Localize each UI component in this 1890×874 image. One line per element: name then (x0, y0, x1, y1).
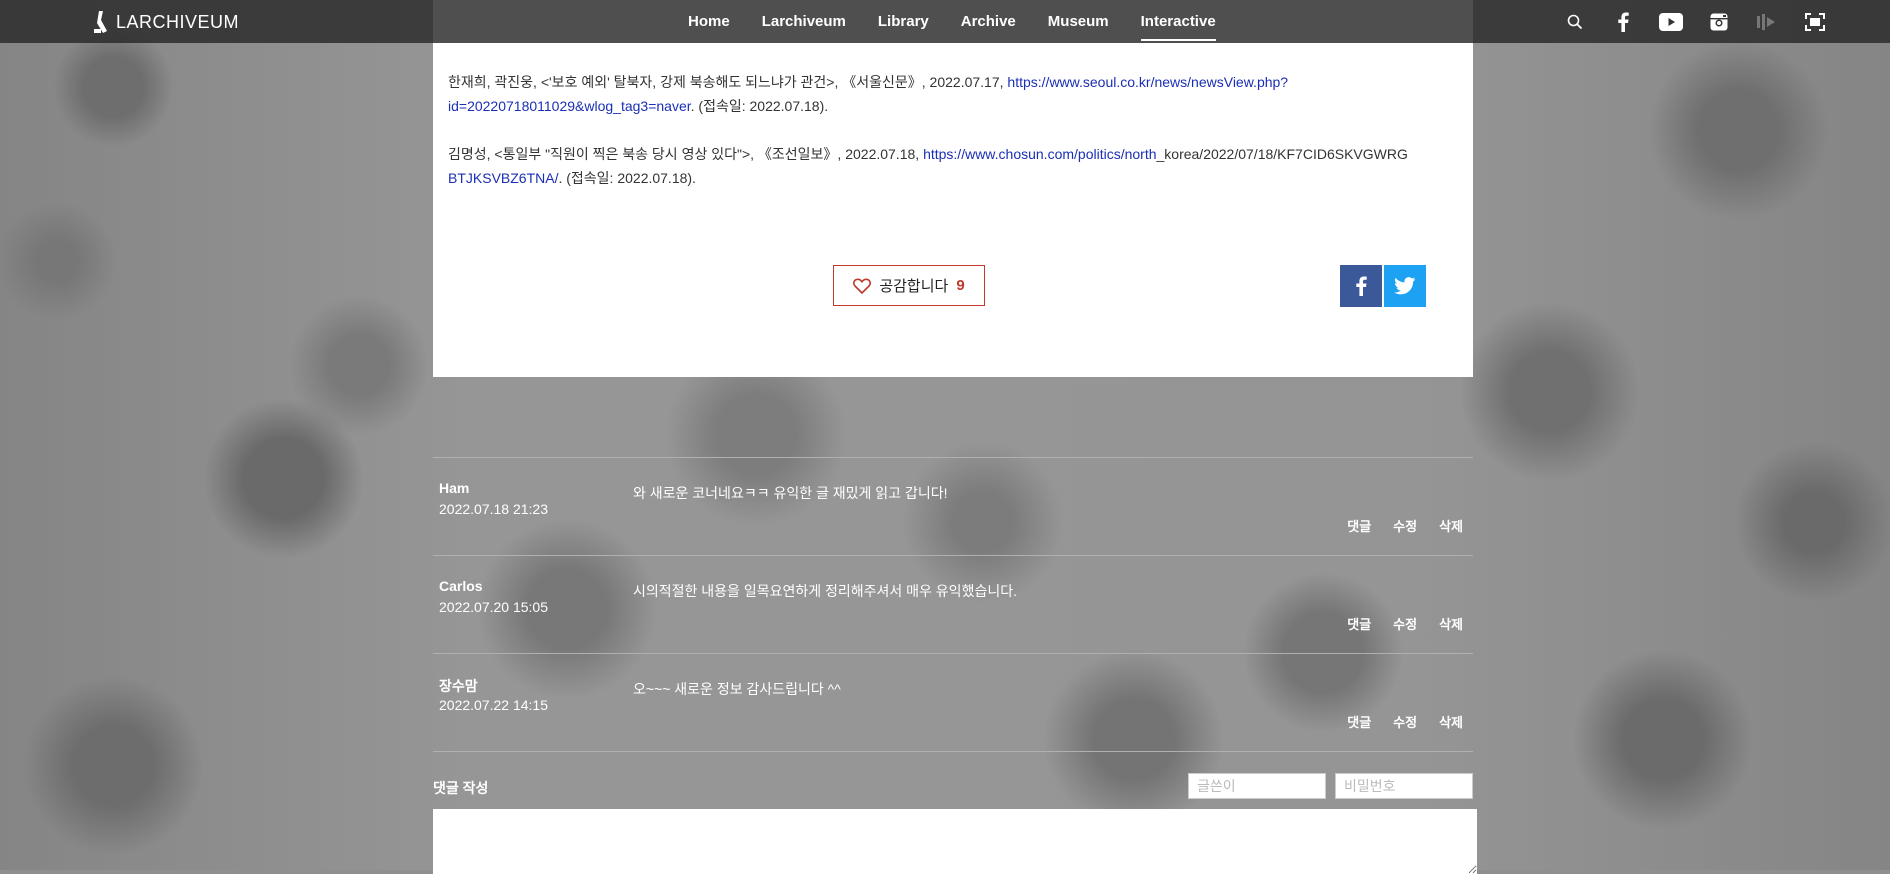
comment-edit-button[interactable]: 수정 (1393, 712, 1417, 731)
menu-item-library[interactable]: Library (862, 0, 945, 43)
logo-mark-icon (94, 11, 107, 33)
comment-reply-button[interactable]: 댓글 (1347, 516, 1371, 535)
reference-item: 한재희, 곽진웅, <'보호 예외' 탈북자, 강제 북송해도 되느냐가 관건>… (448, 70, 1458, 118)
comment-date: 2022.07.18 21:23 (439, 501, 548, 517)
reference-item: 김명성, <통일부 "직원이 찍은 북송 당시 영상 있다">, 《조선일보》,… (448, 142, 1458, 190)
top-nav-bar: LARCHIVEUM Home Larchiveum Library Archi… (0, 0, 1890, 43)
comment-edit-button[interactable]: 수정 (1393, 614, 1417, 633)
writer-input[interactable] (1188, 773, 1326, 799)
like-button[interactable]: 공감합니다 9 (833, 265, 985, 306)
comment-reply-button[interactable]: 댓글 (1347, 614, 1371, 633)
search-icon[interactable] (1562, 9, 1588, 35)
site-logo[interactable]: LARCHIVEUM (92, 10, 239, 34)
audio-icon[interactable] (1754, 9, 1780, 35)
nav-icons (1562, 0, 1828, 43)
reference-text: 김명성, <통일부 "직원이 찍은 북송 당시 영상 있다">, 《조선일보》,… (448, 146, 924, 162)
references: 한재희, 곽진웅, <'보호 예외' 탈북자, 강제 북송해도 되느냐가 관건>… (448, 20, 1458, 214)
comment-text: 오~~~ 새로운 정보 감사드립니다 ^^ (633, 681, 841, 697)
heart-icon (853, 278, 872, 294)
main-menu: Home Larchiveum Library Archive Museum I… (672, 0, 1232, 43)
like-count: 9 (956, 277, 965, 294)
reference-text: 한재희, 곽진웅, <'보호 예외' 탈북자, 강제 북송해도 되느냐가 관건>… (448, 74, 1008, 90)
comment-text: 시의적절한 내용을 일목요연하게 정리해주셔서 매우 유익했습니다. (633, 583, 1017, 599)
comment-text: 와 새로운 코너네요ㅋㅋ 유익한 글 재밌게 읽고 갑니다! (633, 485, 948, 501)
password-input[interactable] (1335, 773, 1473, 799)
divider (433, 751, 1473, 752)
comment-actions: 댓글 수정 삭제 (1347, 614, 1463, 633)
comment-reply-button[interactable]: 댓글 (1347, 712, 1371, 731)
comment-delete-button[interactable]: 삭제 (1439, 516, 1463, 535)
comment-author: Ham (439, 480, 470, 496)
comment-author: Carlos (439, 578, 483, 594)
reference-link[interactable]: https://www.chosun.com/politics/north (923, 146, 1156, 162)
instagram-icon[interactable] (1706, 9, 1732, 35)
comment-author: 장수맘 (439, 678, 478, 694)
comment-date: 2022.07.22 14:15 (439, 697, 548, 713)
menu-item-museum[interactable]: Museum (1032, 0, 1125, 43)
comment-write-header: 댓글 작성 (433, 770, 1473, 802)
reference-access-date: . (접속일: 2022.07.18). (558, 170, 696, 186)
comment-actions: 댓글 수정 삭제 (1347, 516, 1463, 535)
comment-delete-button[interactable]: 삭제 (1439, 614, 1463, 633)
share-buttons (1340, 265, 1426, 307)
comment-date: 2022.07.20 15:05 (439, 599, 548, 615)
fullscreen-icon[interactable] (1802, 9, 1828, 35)
comment-actions: 댓글 수정 삭제 (1347, 712, 1463, 731)
comment-edit-button[interactable]: 수정 (1393, 516, 1417, 535)
facebook-icon[interactable] (1610, 9, 1636, 35)
twitter-icon (1394, 277, 1416, 295)
menu-item-home[interactable]: Home (672, 0, 746, 43)
share-twitter-button[interactable] (1384, 265, 1426, 307)
comment-item: Carlos 2022.07.20 15:05 시의적절한 내용을 일목요연하게… (433, 555, 1473, 653)
share-facebook-button[interactable] (1340, 265, 1382, 307)
youtube-icon[interactable] (1658, 9, 1684, 35)
menu-item-larchiveum[interactable]: Larchiveum (746, 0, 862, 43)
logo-text: LARCHIVEUM (116, 11, 240, 32)
reference-url-tail: _korea/2022/07/18/KF7CID6SKVGWRG (1156, 146, 1408, 162)
comment-list: Ham 2022.07.18 21:23 와 새로운 코너네요ㅋㅋ 유익한 글 … (433, 457, 1473, 752)
menu-item-interactive[interactable]: Interactive (1125, 0, 1232, 43)
comment-delete-button[interactable]: 삭제 (1439, 712, 1463, 731)
reference-link-continued[interactable]: BTJKSVBZ6TNA/ (448, 170, 558, 186)
article-panel: 한재희, 곽진웅, <'보호 예외' 탈북자, 강제 북송해도 되느냐가 관건>… (433, 0, 1473, 377)
reference-access-date: . (접속일: 2022.07.18). (690, 98, 829, 114)
menu-item-archive[interactable]: Archive (945, 0, 1032, 43)
like-label: 공감합니다 (879, 278, 949, 295)
facebook-icon (1356, 276, 1367, 296)
comment-textarea[interactable] (433, 809, 1477, 874)
comment-item: Ham 2022.07.18 21:23 와 새로운 코너네요ㅋㅋ 유익한 글 … (433, 457, 1473, 555)
comment-item: 장수맘 2022.07.22 14:15 오~~~ 새로운 정보 감사드립니다 … (433, 653, 1473, 751)
comment-write-label: 댓글 작성 (433, 780, 489, 796)
